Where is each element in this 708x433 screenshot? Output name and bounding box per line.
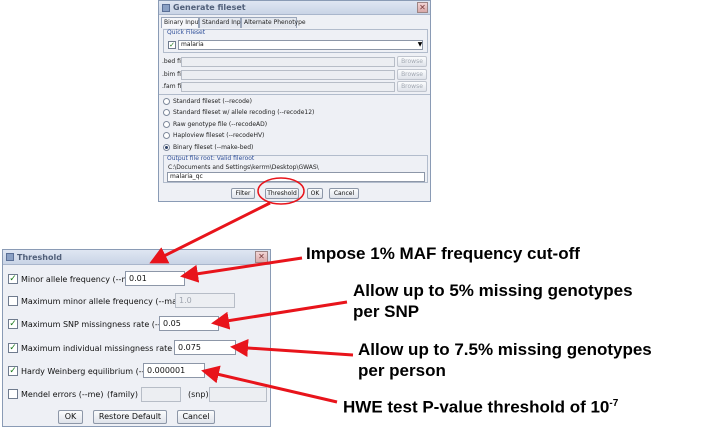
threshold-title: Threshold — [17, 253, 62, 262]
radio-recodead-label: Raw genotype file (--recodeAD) — [173, 121, 268, 128]
tab-standard-input[interactable]: Standard Input — [199, 17, 247, 28]
chevron-down-icon[interactable]: ▼ — [416, 40, 424, 50]
mind-checkbox[interactable]: ✓ — [8, 343, 18, 353]
threshold-window: Threshold ✕ ✓ Minor allele frequency (--… — [2, 249, 271, 427]
threshold-titlebar: Threshold ✕ — [3, 250, 270, 265]
tab-alternate-phenotype[interactable]: Alternate Phenotype — [241, 17, 306, 28]
radio-recodead[interactable] — [163, 121, 170, 128]
quick-fileset-checkbox[interactable]: ✓ — [168, 41, 176, 49]
output-path: C:\Documents and Settings\kerrm\Desktop\… — [168, 164, 319, 171]
radio-recodehv[interactable] — [163, 132, 170, 139]
output-group: Output file root: Valid fileroot C:\Docu… — [163, 155, 428, 183]
hwe-annotation: HWE test P-value threshold of 10-7 — [343, 394, 618, 418]
close-icon[interactable]: ✕ — [255, 251, 268, 263]
threshold-button[interactable]: Threshold — [265, 188, 299, 199]
mendel-family-input — [141, 387, 181, 402]
mendel-snp-label: (snp) — [188, 390, 209, 399]
threshold-ok-button[interactable]: OK — [58, 410, 83, 424]
geno-annotation-line2: per SNP — [353, 302, 420, 321]
bed-file-field — [181, 57, 395, 67]
mendel-snp-input — [209, 387, 267, 402]
maf-annotation: Impose 1% MAF frequency cut-off — [306, 244, 580, 263]
geno-input[interactable]: 0.05 — [159, 316, 219, 331]
max-maf-input: 1.0 — [175, 293, 235, 308]
filter-button[interactable]: Filter — [231, 188, 255, 199]
java-app-icon — [6, 253, 14, 261]
restore-default-button[interactable]: Restore Default — [93, 410, 167, 424]
mendel-checkbox[interactable] — [8, 389, 18, 399]
hwe-annotation-text: HWE test P-value threshold of 10 — [343, 397, 610, 417]
radio-recodehv-label: Haploview fileset (--recodeHV) — [173, 132, 265, 139]
close-icon[interactable]: ✕ — [417, 2, 428, 13]
mind-annotation-line2: per person — [358, 361, 446, 380]
hwe-annotation-exponent: -7 — [609, 398, 619, 409]
radio-recode[interactable] — [163, 98, 170, 105]
java-app-icon — [162, 4, 170, 12]
mendel-family-label: (family) — [107, 390, 138, 399]
hwe-input[interactable]: 0.000001 — [143, 363, 205, 378]
radio-recode12-label: Standard fileset w/ allele recoding (--r… — [173, 109, 315, 116]
quick-fileset-group: Quick Fileset ✓ malaria ▼ — [163, 29, 428, 53]
fam-file-field — [181, 82, 395, 92]
generate-fileset-title: Generate fileset — [173, 3, 246, 12]
hwe-checkbox[interactable]: ✓ — [8, 366, 18, 376]
geno-annotation-line1: Allow up to 5% missing genotypes — [353, 281, 633, 300]
output-name-field[interactable]: malaria_qc — [167, 172, 425, 182]
tab-binary-input[interactable]: Binary Input — [161, 17, 201, 28]
generate-fileset-titlebar: Generate fileset ✕ — [159, 1, 430, 15]
bim-browse-button[interactable]: Browse — [397, 69, 427, 80]
output-legend: Output file root: Valid fileroot — [167, 155, 255, 162]
radio-make-bed[interactable] — [163, 144, 170, 151]
mind-annotation-line1: Allow up to 7.5% missing genotypes — [358, 340, 652, 359]
bim-file-field — [181, 70, 395, 80]
threshold-cancel-button[interactable]: Cancel — [177, 410, 215, 424]
quick-fileset-select[interactable]: malaria — [178, 40, 423, 50]
radio-recode-label: Standard fileset (--recode) — [173, 98, 252, 105]
mendel-label: Mendel errors (--me) — [21, 390, 104, 399]
radio-make-bed-label: Binary fileset (--make-bed) — [173, 144, 254, 151]
maf-label: Minor allele frequency (--maf) — [21, 275, 141, 284]
maf-checkbox[interactable]: ✓ — [8, 274, 18, 284]
quick-fileset-legend: Quick Fileset — [167, 29, 206, 36]
radio-recode12[interactable] — [163, 109, 170, 116]
geno-checkbox[interactable]: ✓ — [8, 319, 18, 329]
bed-browse-button[interactable]: Browse — [397, 56, 427, 67]
ok-button[interactable]: OK — [307, 188, 323, 199]
format-radio-group: Standard fileset (--recode) Standard fil… — [159, 94, 430, 155]
max-maf-checkbox[interactable] — [8, 296, 18, 306]
generate-fileset-window: Generate fileset ✕ Binary Input Standard… — [158, 0, 431, 202]
maf-input[interactable]: 0.01 — [125, 271, 185, 286]
cancel-button[interactable]: Cancel — [329, 188, 359, 199]
mind-input[interactable]: 0.075 — [174, 340, 236, 355]
fam-browse-button[interactable]: Browse — [397, 81, 427, 92]
